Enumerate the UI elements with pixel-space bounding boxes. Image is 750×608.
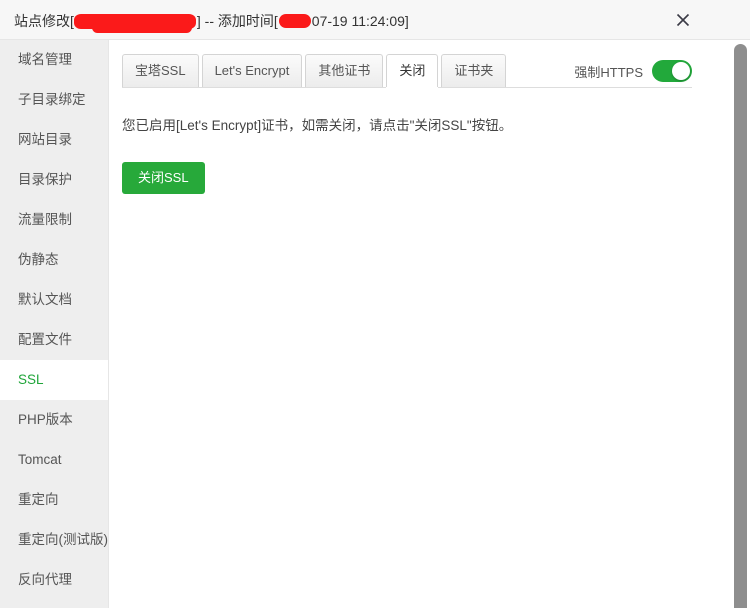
sidebar-item-label: 默认文档	[18, 292, 72, 307]
site-edit-dialog: 站点修改[ ] -- 添加时间[ 07-19 11:24:09] 域名管理 子目录绑…	[0, 0, 750, 608]
ssl-tab-list: 宝塔SSL Let's Encrypt 其他证书 关闭 证书夹	[122, 54, 509, 87]
close-ssl-button[interactable]: 关闭SSL	[122, 162, 205, 194]
sidebar-item-label: 伪静态	[18, 252, 59, 267]
sidebar-item-redirect[interactable]: 重定向	[0, 480, 108, 520]
tab-close[interactable]: 关闭	[386, 54, 439, 87]
tab-lets-encrypt[interactable]: Let's Encrypt	[201, 54, 303, 87]
dialog-title-middle: ] -- 添加时间[	[196, 13, 278, 30]
tab-cert-folder[interactable]: 证书夹	[441, 54, 507, 87]
sidebar-item-config-file[interactable]: 配置文件	[0, 320, 108, 360]
sidebar-item-label: 配置文件	[18, 332, 72, 347]
dialog-title-date: 07-19 11:24:09]	[311, 13, 409, 30]
sidebar-item-label: 网站目录	[18, 132, 72, 147]
sidebar-item-label: 反向代理	[18, 572, 72, 587]
tab-label: Let's Encrypt	[214, 63, 290, 78]
sidebar-item-reverse-proxy[interactable]: 反向代理	[0, 560, 108, 600]
dialog-titlebar: 站点修改[ ] -- 添加时间[ 07-19 11:24:09]	[0, 0, 750, 40]
close-icon[interactable]	[672, 9, 694, 31]
tab-label: 证书夹	[454, 63, 494, 78]
main-panel: 宝塔SSL Let's Encrypt 其他证书 关闭 证书夹 强制HTTPS …	[110, 40, 730, 608]
dialog-title: 站点修改[ ] -- 添加时间[ 07-19 11:24:09]	[14, 11, 409, 33]
sidebar-item-default-doc[interactable]: 默认文档	[0, 280, 108, 320]
sidebar-item-label: Tomcat	[18, 452, 62, 467]
sidebar-item-php-version[interactable]: PHP版本	[0, 400, 108, 440]
sidebar-item-label: 重定向	[18, 492, 59, 507]
dialog-title-prefix: 站点修改[	[14, 13, 74, 30]
sidebar-item-label: 重定向(测试版)	[18, 532, 108, 547]
sidebar-item-subdir-bind[interactable]: 子目录绑定	[0, 80, 108, 120]
tab-label: 其他证书	[318, 63, 371, 78]
toggle-knob	[672, 62, 690, 80]
sidebar-item-rewrite[interactable]: 伪静态	[0, 240, 108, 280]
tab-other-cert[interactable]: 其他证书	[305, 54, 384, 87]
sidebar-item-label: 流量限制	[18, 212, 72, 227]
sidebar-item-tomcat[interactable]: Tomcat	[0, 440, 108, 480]
sidebar-item-label: PHP版本	[18, 412, 73, 427]
force-https-label: 强制HTTPS	[574, 64, 643, 80]
redacted-domain	[73, 13, 196, 33]
tab-label: 关闭	[399, 63, 426, 78]
sidebar-item-label: 子目录绑定	[18, 92, 86, 107]
sidebar-item-site-dir[interactable]: 网站目录	[0, 120, 108, 160]
sidebar-item-label: 域名管理	[18, 52, 72, 67]
sidebar-item-ssl[interactable]: SSL	[0, 360, 108, 400]
vertical-scrollbar-track[interactable]	[730, 40, 750, 608]
sidebar-item-label: SSL	[18, 372, 44, 387]
force-https-control: 强制HTTPS	[574, 60, 692, 82]
sidebar-item-redirect-beta[interactable]: 重定向(测试版)	[0, 520, 108, 560]
ssl-tabbar: 宝塔SSL Let's Encrypt 其他证书 关闭 证书夹 强制HTTPS	[122, 54, 692, 88]
sidebar: 域名管理 子目录绑定 网站目录 目录保护 流量限制 伪静态 默认文档 配置文件 …	[0, 40, 109, 608]
sidebar-item-label: 目录保护	[18, 172, 72, 187]
vertical-scrollbar-thumb[interactable]	[734, 44, 747, 608]
tab-bt-ssl[interactable]: 宝塔SSL	[122, 54, 199, 87]
force-https-toggle[interactable]	[652, 60, 692, 82]
tab-label: 宝塔SSL	[135, 63, 186, 78]
sidebar-item-traffic-limit[interactable]: 流量限制	[0, 200, 108, 240]
redacted-year	[278, 14, 311, 29]
ssl-status-notice: 您已启用[Let's Encrypt]证书，如需关闭，请点击"关闭SSL"按钮。	[122, 118, 513, 133]
sidebar-item-dir-protect[interactable]: 目录保护	[0, 160, 108, 200]
sidebar-item-domain-manage[interactable]: 域名管理	[0, 40, 108, 80]
